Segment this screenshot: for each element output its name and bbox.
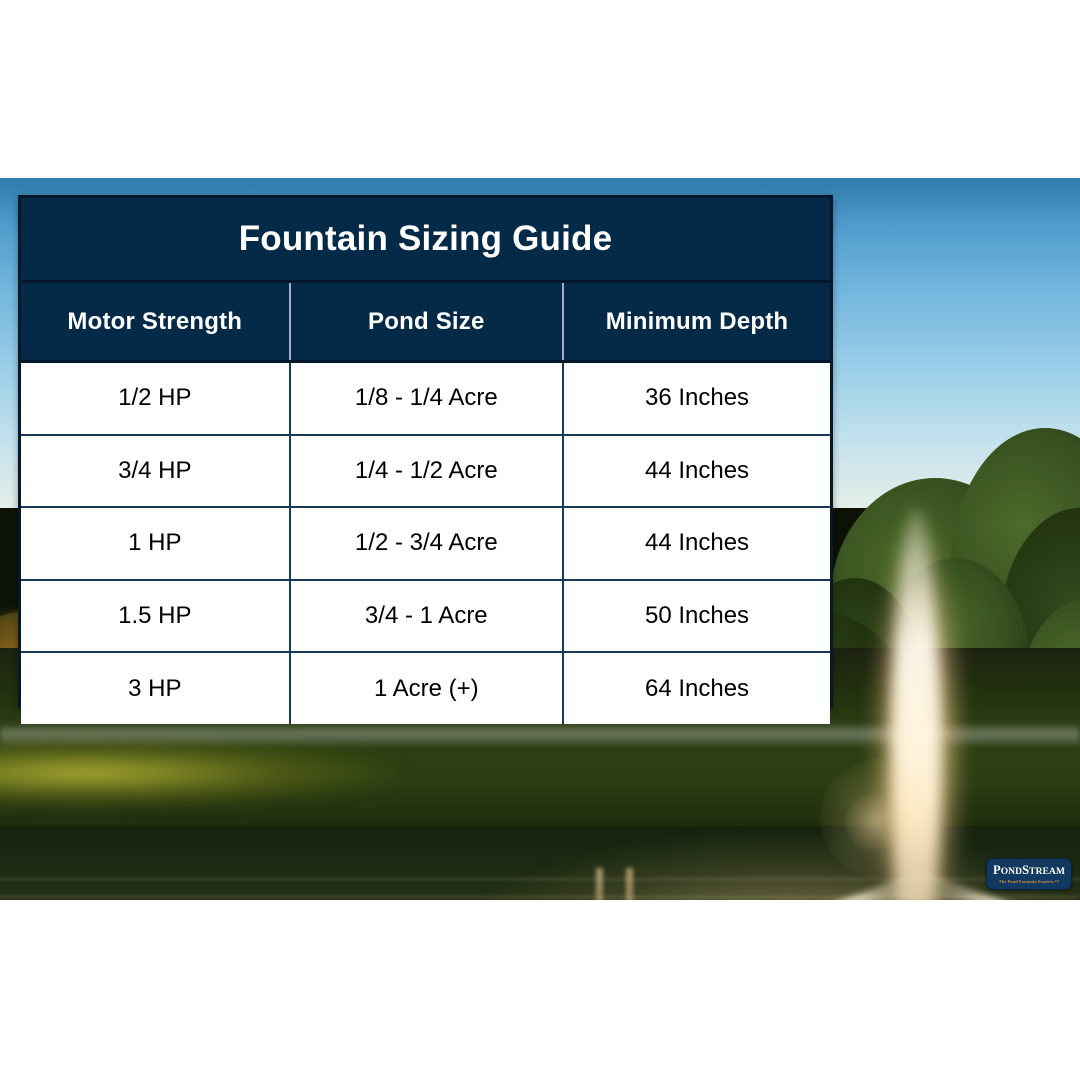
cell-motor-strength: 3 HP bbox=[21, 651, 291, 724]
sizing-table: Fountain Sizing Guide Motor Strength Pon… bbox=[21, 198, 830, 724]
cell-pond-size: 1/4 - 1/2 Acre bbox=[289, 433, 565, 508]
table-title-row: Fountain Sizing Guide bbox=[21, 198, 830, 283]
table-body: 1/2 HP 1/8 - 1/4 Acre 36 Inches 3/4 HP 1… bbox=[21, 361, 830, 724]
table-title: Fountain Sizing Guide bbox=[21, 198, 830, 283]
cell-motor-strength: 3/4 HP bbox=[21, 433, 291, 508]
cell-minimum-depth: 64 Inches bbox=[563, 651, 830, 724]
fountain-sizing-table: Fountain Sizing Guide Motor Strength Pon… bbox=[18, 195, 833, 724]
cell-pond-size: 1 Acre (+) bbox=[289, 651, 565, 724]
cell-motor-strength: 1.5 HP bbox=[21, 578, 291, 653]
table-row: 1.5 HP 3/4 - 1 Acre 50 Inches bbox=[21, 578, 830, 653]
table-row: 1 HP 1/2 - 3/4 Acre 44 Inches bbox=[21, 506, 830, 580]
lens-flare bbox=[845, 793, 903, 851]
logo-tagline: The Pond Fountain Experts ™ bbox=[998, 878, 1060, 884]
cell-minimum-depth: 44 Inches bbox=[563, 433, 830, 508]
grass-sun-glow bbox=[0, 738, 400, 808]
cell-minimum-depth: 36 Inches bbox=[563, 361, 830, 435]
cell-motor-strength: 1/2 HP bbox=[21, 361, 291, 435]
cell-pond-size: 1/2 - 3/4 Acre bbox=[289, 506, 565, 580]
logo-wordmark: PONDSTREAM bbox=[992, 863, 1066, 878]
table-header-row: Motor Strength Pond Size Minimum Depth bbox=[21, 281, 830, 363]
table-row: 1/2 HP 1/8 - 1/4 Acre 36 Inches bbox=[21, 361, 830, 435]
column-header-motor-strength: Motor Strength bbox=[21, 281, 291, 363]
table-row: 3 HP 1 Acre (+) 64 Inches bbox=[21, 651, 830, 724]
column-header-minimum-depth: Minimum Depth bbox=[563, 281, 830, 363]
pondstream-logo: PONDSTREAM The Pond Fountain Experts ™ bbox=[986, 858, 1072, 890]
column-header-pond-size: Pond Size bbox=[289, 281, 565, 363]
cell-minimum-depth: 44 Inches bbox=[563, 506, 830, 580]
cell-minimum-depth: 50 Inches bbox=[563, 578, 830, 653]
cell-pond-size: 3/4 - 1 Acre bbox=[289, 578, 565, 653]
table-row: 3/4 HP 1/4 - 1/2 Acre 44 Inches bbox=[21, 433, 830, 508]
cell-motor-strength: 1 HP bbox=[21, 506, 291, 580]
cell-pond-size: 1/8 - 1/4 Acre bbox=[289, 361, 565, 435]
